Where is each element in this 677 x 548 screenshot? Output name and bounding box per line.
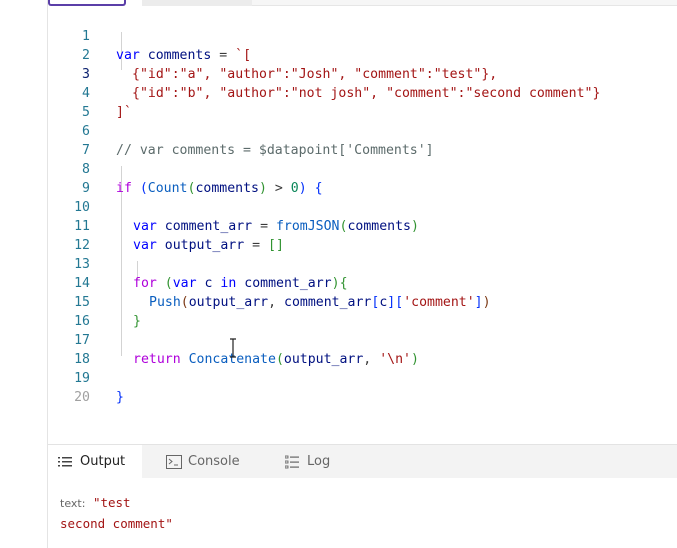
code-editor[interactable]: 1 var comments = `[ 2 {"id":"a", "author…: [48, 6, 677, 444]
code-line: 8 if (Count(comments) > 0) {: [48, 141, 677, 196]
output-panel: Output Console Log text: "test second co…: [48, 444, 677, 548]
code-line: 15 }: [48, 274, 677, 329]
result-value-line2: second comment": [60, 516, 173, 531]
code-line: 5: [48, 84, 677, 120]
tab-output[interactable]: Output: [48, 445, 142, 478]
tab-console-label: Console: [188, 454, 240, 469]
code-line: 11 var output_arr = []: [48, 198, 677, 253]
log-list-icon: [285, 455, 299, 469]
code-line: 16: [48, 293, 677, 329]
line-number: 20: [74, 390, 90, 405]
code-line: 3 {"id":"b", "author":"not josh", "comme…: [48, 46, 677, 101]
token: }: [116, 390, 124, 405]
code-line: 4 ]`: [48, 65, 677, 120]
code-line: 2 {"id":"a", "author":"Josh", "comment":…: [48, 27, 677, 82]
code-line: 10 var comment_arr = fromJSON(comments): [48, 179, 677, 234]
result-label: text:: [60, 497, 86, 510]
tab-output-label: Output: [80, 454, 126, 469]
console-icon: [166, 454, 182, 469]
code-line: 17 return Concatenate(output_arr, '\n'): [48, 312, 677, 367]
left-gutter-strip: [0, 0, 48, 548]
code-line: 19 }: [48, 350, 677, 405]
code-line: 14 Push(output_arr, comment_arr[c]['comm…: [48, 255, 677, 310]
ibeam-cursor-icon: [228, 338, 238, 358]
code-line: 7: [48, 122, 677, 158]
tab-console[interactable]: Console: [166, 445, 276, 478]
output-result: text: "test second comment": [60, 493, 660, 534]
code-line: 6 // var comments = $datapoint['Comments…: [48, 103, 677, 158]
tab-log-label: Log: [307, 454, 331, 469]
list-icon: [58, 455, 72, 469]
result-value-line1: "test: [92, 495, 131, 510]
output-tabbar: Output Console Log: [48, 445, 677, 478]
code-line: 20: [48, 369, 677, 405]
code-line: 13 for (var c in comment_arr){: [48, 236, 677, 291]
code-line: 1 var comments = `[: [48, 8, 677, 63]
code-line: 18: [48, 331, 677, 367]
code-line: 9: [48, 160, 677, 196]
tab-log[interactable]: Log: [285, 445, 375, 478]
code-line: 12: [48, 217, 677, 253]
